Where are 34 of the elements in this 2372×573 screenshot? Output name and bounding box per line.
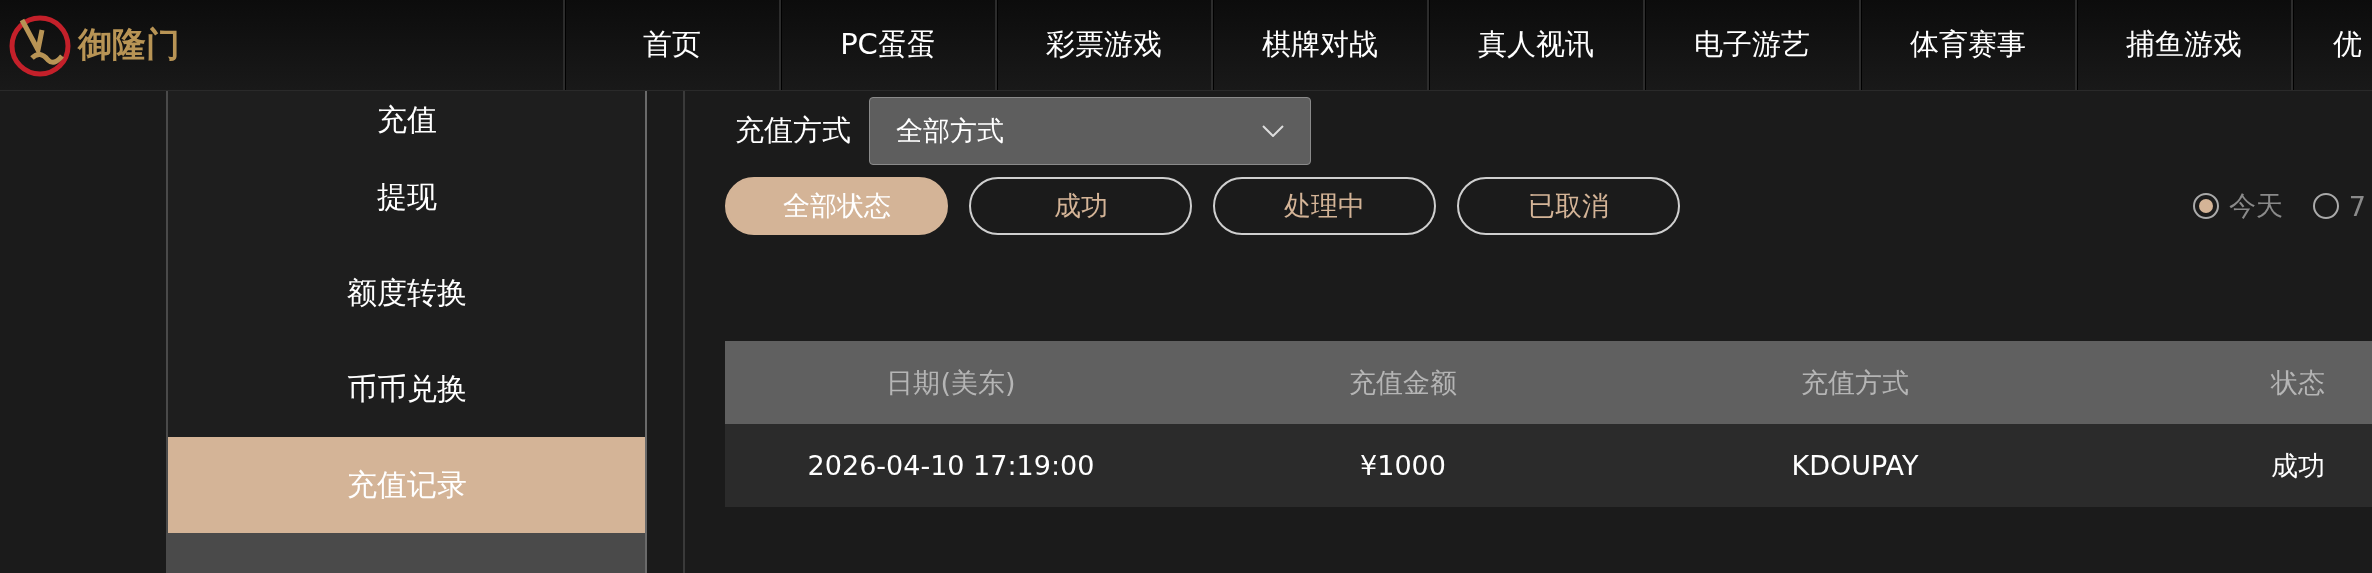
nav-link[interactable]: 棋牌对战 [1211, 0, 1427, 90]
nav-link[interactable]: 电子游艺 [1643, 0, 1859, 90]
nav-link[interactable]: 彩票游戏 [995, 0, 1211, 90]
status-button[interactable]: 处理中 [1213, 177, 1436, 235]
status-button[interactable]: 已取消 [1457, 177, 1680, 235]
filter-label: 充值方式 [735, 112, 851, 149]
nav-link[interactable]: 体育赛事 [1859, 0, 2075, 90]
nav-link[interactable]: PC蛋蛋 [779, 0, 995, 90]
column-header: 日期(美东) [885, 365, 1017, 400]
period-radio[interactable]: 今天 [2192, 188, 2283, 224]
status-button[interactable]: 成功 [969, 177, 1192, 235]
table-cell-text: ¥1000 [1359, 449, 1447, 483]
select-value: 全部方式 [896, 114, 1004, 148]
method-select[interactable]: 全部方式 [869, 97, 1311, 165]
nav-link[interactable]: 优 [2291, 0, 2372, 90]
sidebar-item[interactable]: 额度转换 [168, 245, 645, 341]
logo-text: 御隆门 [78, 23, 180, 66]
column-header: 充值方式 [1800, 365, 1910, 400]
sidebar-item[interactable]: 提现 [168, 149, 645, 245]
sidebar-item[interactable]: 充值 [168, 91, 645, 149]
radio-label: 7 [2348, 190, 2366, 222]
radio-icon[interactable] [2312, 193, 2339, 219]
table-cell-text: 2026-04-10 17:19:00 [806, 449, 1096, 483]
column-header: 状态 [2269, 365, 2326, 400]
radio-label: 今天 [2228, 189, 2283, 223]
period-radio[interactable]: 7 [2312, 188, 2366, 224]
nav-link[interactable]: 捕鱼游戏 [2075, 0, 2291, 90]
chevron-icon [1262, 125, 1284, 137]
table-cell-text: KDOUPAY [1790, 449, 1920, 483]
nav-link[interactable]: 真人视讯 [1427, 0, 1643, 90]
sidebar-item[interactable]: 币币兑换 [168, 341, 645, 437]
table-cell-text: 成功 [2270, 448, 2326, 483]
radio-icon[interactable] [2192, 193, 2219, 219]
column-header: 充值金额 [1348, 365, 1458, 400]
